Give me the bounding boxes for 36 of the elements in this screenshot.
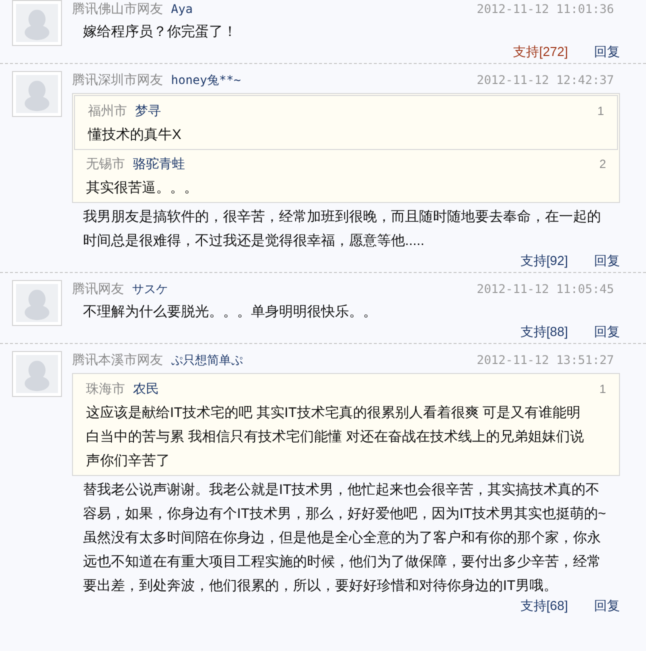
commenter-source: 腾讯深圳市网友 <box>72 71 163 90</box>
quote-city: 无锡市 <box>86 155 125 173</box>
reply-link[interactable]: 回复 <box>594 43 620 61</box>
support-link[interactable]: 支持[272] <box>513 43 568 61</box>
reply-link[interactable]: 回复 <box>594 597 620 615</box>
comment-text: 不理解为什么要脱光。。。单身明明很快乐。。 <box>82 302 378 321</box>
quote-city: 福州市 <box>88 102 127 120</box>
commenter-source: 腾讯网友 <box>72 280 124 298</box>
floor-number: 1 <box>599 381 606 398</box>
reply-link[interactable]: 回复 <box>594 323 620 341</box>
username-link[interactable]: Aya <box>171 0 193 18</box>
reply-link[interactable]: 回复 <box>594 252 620 270</box>
floor-number: 2 <box>599 156 606 173</box>
comment-text: 我男朋友是搞软件的，很辛苦，经常加班到很晚，而且随时随地要去奉命，在一起的时间总是很难得，不过我还是觉得很幸福，愿意等他..... <box>82 207 602 250</box>
username-link[interactable]: honey兔**~ <box>171 71 241 89</box>
comment-time: 2012-11-12 13:51:27 <box>476 352 614 369</box>
comment-text: 替我老公说声谢谢。我老公就是IT技术男，他忙起来也会很辛苦，其实搞技术真的不容易，如果，你身边有个IT技术男，那么，好好爱他吧，因为IT技术男其实也挺萌的~虽然没有太多时间陪在你身边，但是他是全心全意的为了客户和有你的那个家，你永远也不知道在有重大项目工程实施的时候，他们为了做保障，要付出多少辛苦，经常要出差，到处奔波，他们很累的，所以，要好好珍惜和对待你身边的IT男哦。 <box>82 480 608 595</box>
quote-user-link[interactable]: 骆驼青蛙 <box>133 155 185 173</box>
comment-time: 2012-11-12 11:05:45 <box>476 281 614 298</box>
floor-number: 1 <box>597 103 604 120</box>
commenter-source: 腾讯佛山市网友 <box>72 0 163 18</box>
username-link[interactable]: サスケ <box>132 280 168 298</box>
quote-text: 懂技术的真牛X <box>86 125 182 144</box>
support-link[interactable]: 支持[68] <box>520 597 568 615</box>
quote-user-link[interactable]: 梦寻 <box>135 102 161 120</box>
support-link[interactable]: 支持[88] <box>520 323 568 341</box>
comment-time: 2012-11-12 12:42:37 <box>476 72 614 89</box>
comment-time: 2012-11-12 11:01:36 <box>476 1 614 18</box>
commenter-source: 腾讯本溪市网友 <box>72 351 163 370</box>
quote-user-link[interactable]: 农民 <box>133 380 159 398</box>
quote-text: 这应该是献给IT技术宅的吧 其实IT技术宅真的很累别人看着很爽 可是又有谁能明白当中的苦与累 我相信只有技术宅们能懂 对还在奋战在技术线上的兄弟姐妹们说声你们辛苦了 <box>85 403 585 470</box>
quote-city: 珠海市 <box>86 380 125 398</box>
support-link[interactable]: 支持[92] <box>520 252 568 270</box>
quote-text: 其实很苦逼。。。 <box>85 178 199 197</box>
comment-text: 嫁给程序员？你完蛋了！ <box>82 22 238 41</box>
username-link[interactable]: ぷ只想简单ぷ <box>171 351 243 369</box>
